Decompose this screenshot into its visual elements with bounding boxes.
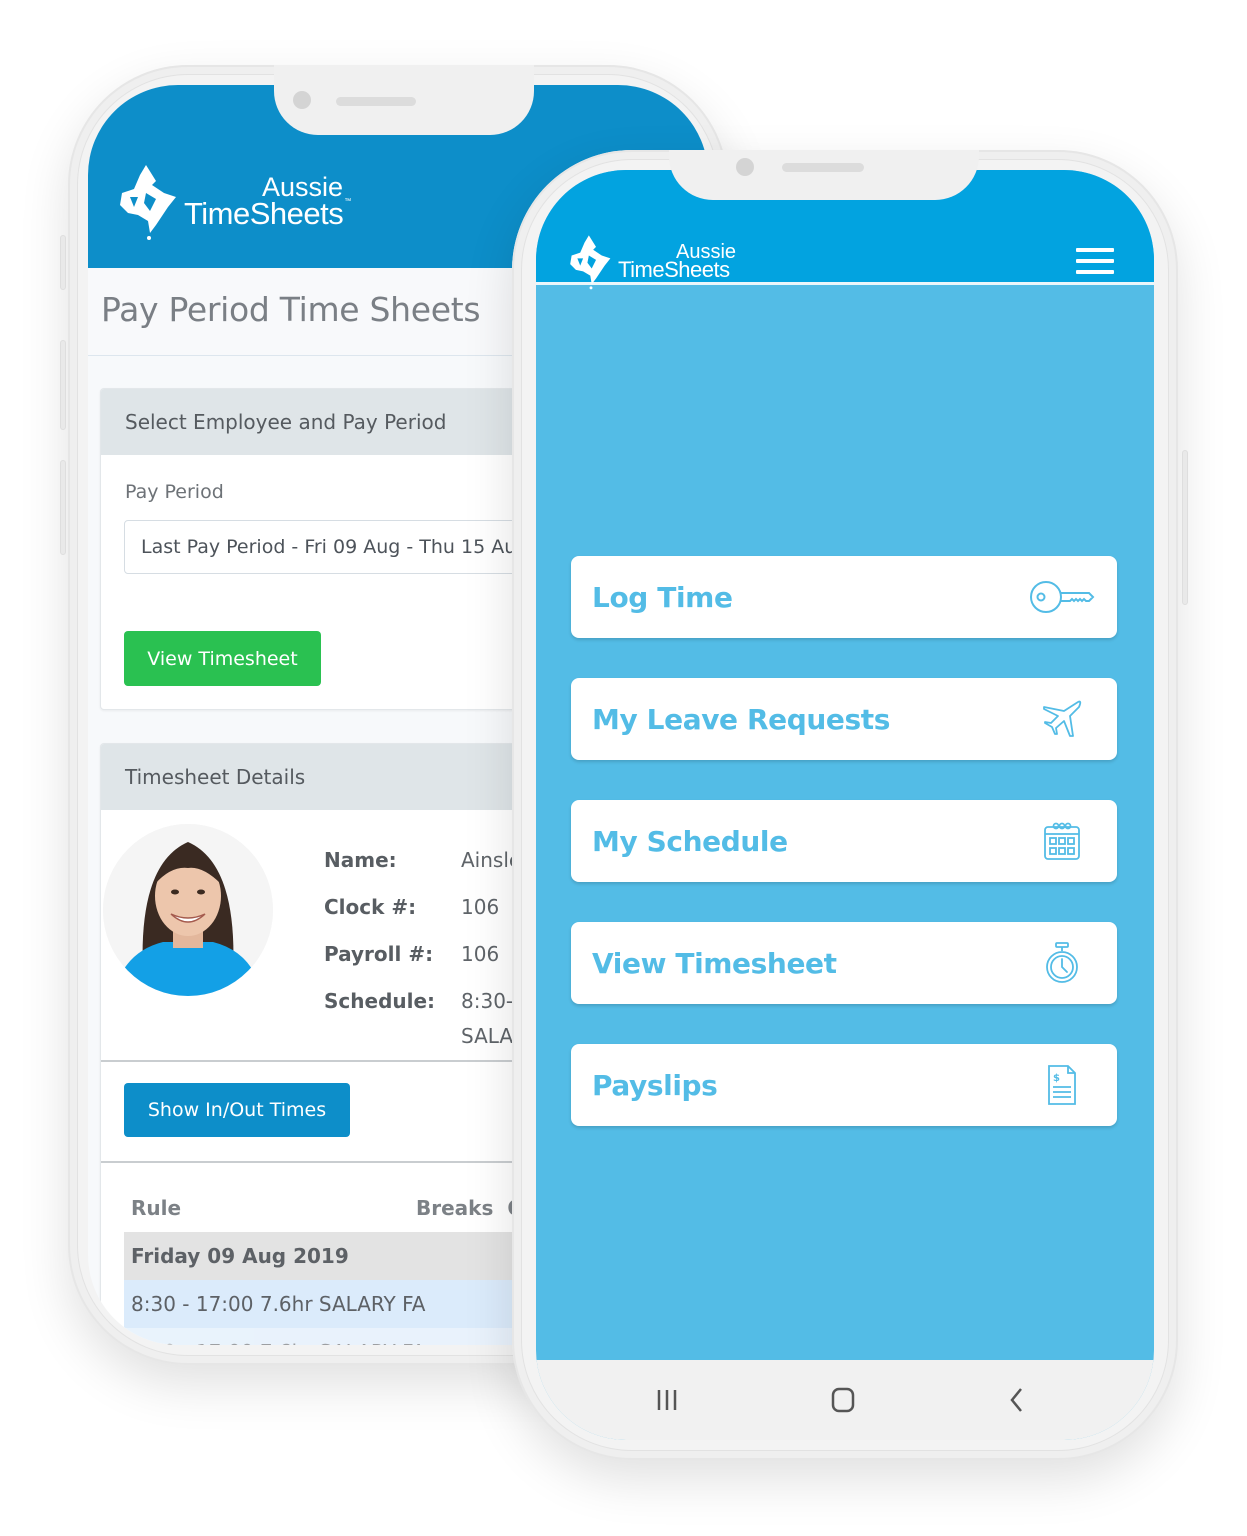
page-title: Pay Period Time Sheets bbox=[101, 290, 481, 329]
aussie-map-logo-icon bbox=[120, 165, 176, 240]
menu-item-log-time[interactable]: Log Time bbox=[571, 556, 1117, 638]
airplane-icon bbox=[1027, 694, 1097, 744]
side-button bbox=[60, 340, 66, 430]
brand-wordmark: Aussie TimeSheets™ bbox=[184, 174, 351, 232]
recent-apps-button[interactable] bbox=[648, 1382, 688, 1418]
home-icon bbox=[831, 1387, 855, 1413]
phone-notch bbox=[669, 150, 979, 200]
show-in-out-times-button[interactable]: Show In/Out Times bbox=[124, 1083, 350, 1137]
divider bbox=[101, 1060, 539, 1062]
android-nav-bar bbox=[536, 1360, 1154, 1440]
pay-period-select[interactable]: Last Pay Period - Fri 09 Aug - Thu 15 Au… bbox=[124, 520, 539, 574]
detail-value: 106 bbox=[461, 895, 500, 919]
back-button[interactable] bbox=[998, 1382, 1038, 1418]
timesheet-details-card: Timesheet Details Name: Ainsley Clock #:… bbox=[100, 743, 540, 1345]
menu-item-label: View Timesheet bbox=[592, 946, 837, 980]
home-button[interactable] bbox=[824, 1382, 864, 1418]
menu-item-label: My Leave Requests bbox=[592, 702, 891, 736]
menu-item-my-schedule[interactable]: My Schedule bbox=[571, 800, 1117, 882]
detail-value: 8:30- bbox=[461, 989, 514, 1013]
menu-item-payslips[interactable]: Payslips $ bbox=[571, 1044, 1117, 1126]
calendar-icon bbox=[1027, 816, 1097, 866]
back-icon bbox=[1010, 1388, 1022, 1412]
pay-period-label: Pay Period bbox=[125, 481, 224, 503]
brand-line2: TimeSheets™ bbox=[184, 196, 351, 232]
select-employee-card: Select Employee and Pay Period Pay Perio… bbox=[100, 388, 540, 710]
card-header: Timesheet Details bbox=[101, 744, 539, 810]
hamburger-icon bbox=[1076, 259, 1114, 263]
detail-key: Payroll #: bbox=[324, 942, 434, 966]
svg-text:$: $ bbox=[1053, 1073, 1060, 1084]
trademark: ™ bbox=[344, 198, 351, 206]
phone-notch bbox=[274, 65, 534, 135]
hamburger-menu-button[interactable] bbox=[1076, 248, 1114, 274]
speaker bbox=[336, 97, 416, 106]
brand-wordmark: Aussie TimeSheets bbox=[618, 242, 736, 283]
brand-line2-text: TimeSheets bbox=[184, 196, 344, 232]
menu-item-my-leave-requests[interactable]: My Leave Requests bbox=[571, 678, 1117, 760]
menu-item-label: Log Time bbox=[592, 580, 733, 614]
speaker bbox=[782, 163, 864, 172]
table-row[interactable]: 8:30 - 17:00 7.6hr SALARY FA bbox=[124, 1328, 539, 1345]
stopwatch-icon bbox=[1027, 938, 1097, 988]
detail-value: 106 bbox=[461, 942, 500, 966]
right-phone-frame: Aussie TimeSheets Log Time My Leave Requ… bbox=[512, 150, 1188, 1460]
side-button bbox=[60, 235, 66, 290]
brand-logo[interactable]: Aussie TimeSheets™ bbox=[116, 163, 351, 241]
employee-avatar bbox=[103, 824, 273, 996]
side-button bbox=[1182, 450, 1188, 605]
card-header: Select Employee and Pay Period bbox=[101, 389, 539, 455]
detail-key: Clock #: bbox=[324, 895, 417, 919]
table-header: Rule Breaks O bbox=[131, 1196, 539, 1220]
column-rule: Rule bbox=[131, 1196, 182, 1220]
detail-key: Name: bbox=[324, 848, 397, 872]
menu-item-label: Payslips bbox=[592, 1068, 718, 1102]
brand-logo[interactable]: Aussie TimeSheets bbox=[566, 234, 736, 290]
aussie-map-logo-icon bbox=[570, 235, 611, 290]
detail-value: SALA bbox=[461, 1024, 514, 1048]
brand-line2: TimeSheets bbox=[618, 257, 730, 283]
employee-photo-icon bbox=[103, 824, 273, 996]
camera bbox=[293, 91, 311, 109]
menu-item-label: My Schedule bbox=[592, 824, 788, 858]
menu-item-view-timesheet[interactable]: View Timesheet bbox=[571, 922, 1117, 1004]
right-phone-screen: Aussie TimeSheets Log Time My Leave Requ… bbox=[536, 170, 1154, 1440]
day-row: Friday 09 Aug 2019 bbox=[124, 1232, 539, 1280]
column-breaks: Breaks bbox=[416, 1196, 494, 1220]
hamburger-icon bbox=[1076, 270, 1114, 274]
side-button bbox=[60, 460, 66, 555]
column-breaks-group: Breaks O bbox=[416, 1196, 524, 1220]
camera bbox=[736, 158, 754, 176]
recent-apps-icon bbox=[657, 1390, 677, 1410]
view-timesheet-button[interactable]: View Timesheet bbox=[124, 631, 321, 686]
payslip-document-icon: $ bbox=[1027, 1060, 1097, 1110]
table-row[interactable]: 8:30 - 17:00 7.6hr SALARY FA bbox=[124, 1280, 539, 1328]
detail-key: Schedule: bbox=[324, 989, 436, 1013]
key-icon bbox=[1027, 572, 1097, 622]
hamburger-icon bbox=[1076, 248, 1114, 252]
divider bbox=[101, 1161, 539, 1163]
